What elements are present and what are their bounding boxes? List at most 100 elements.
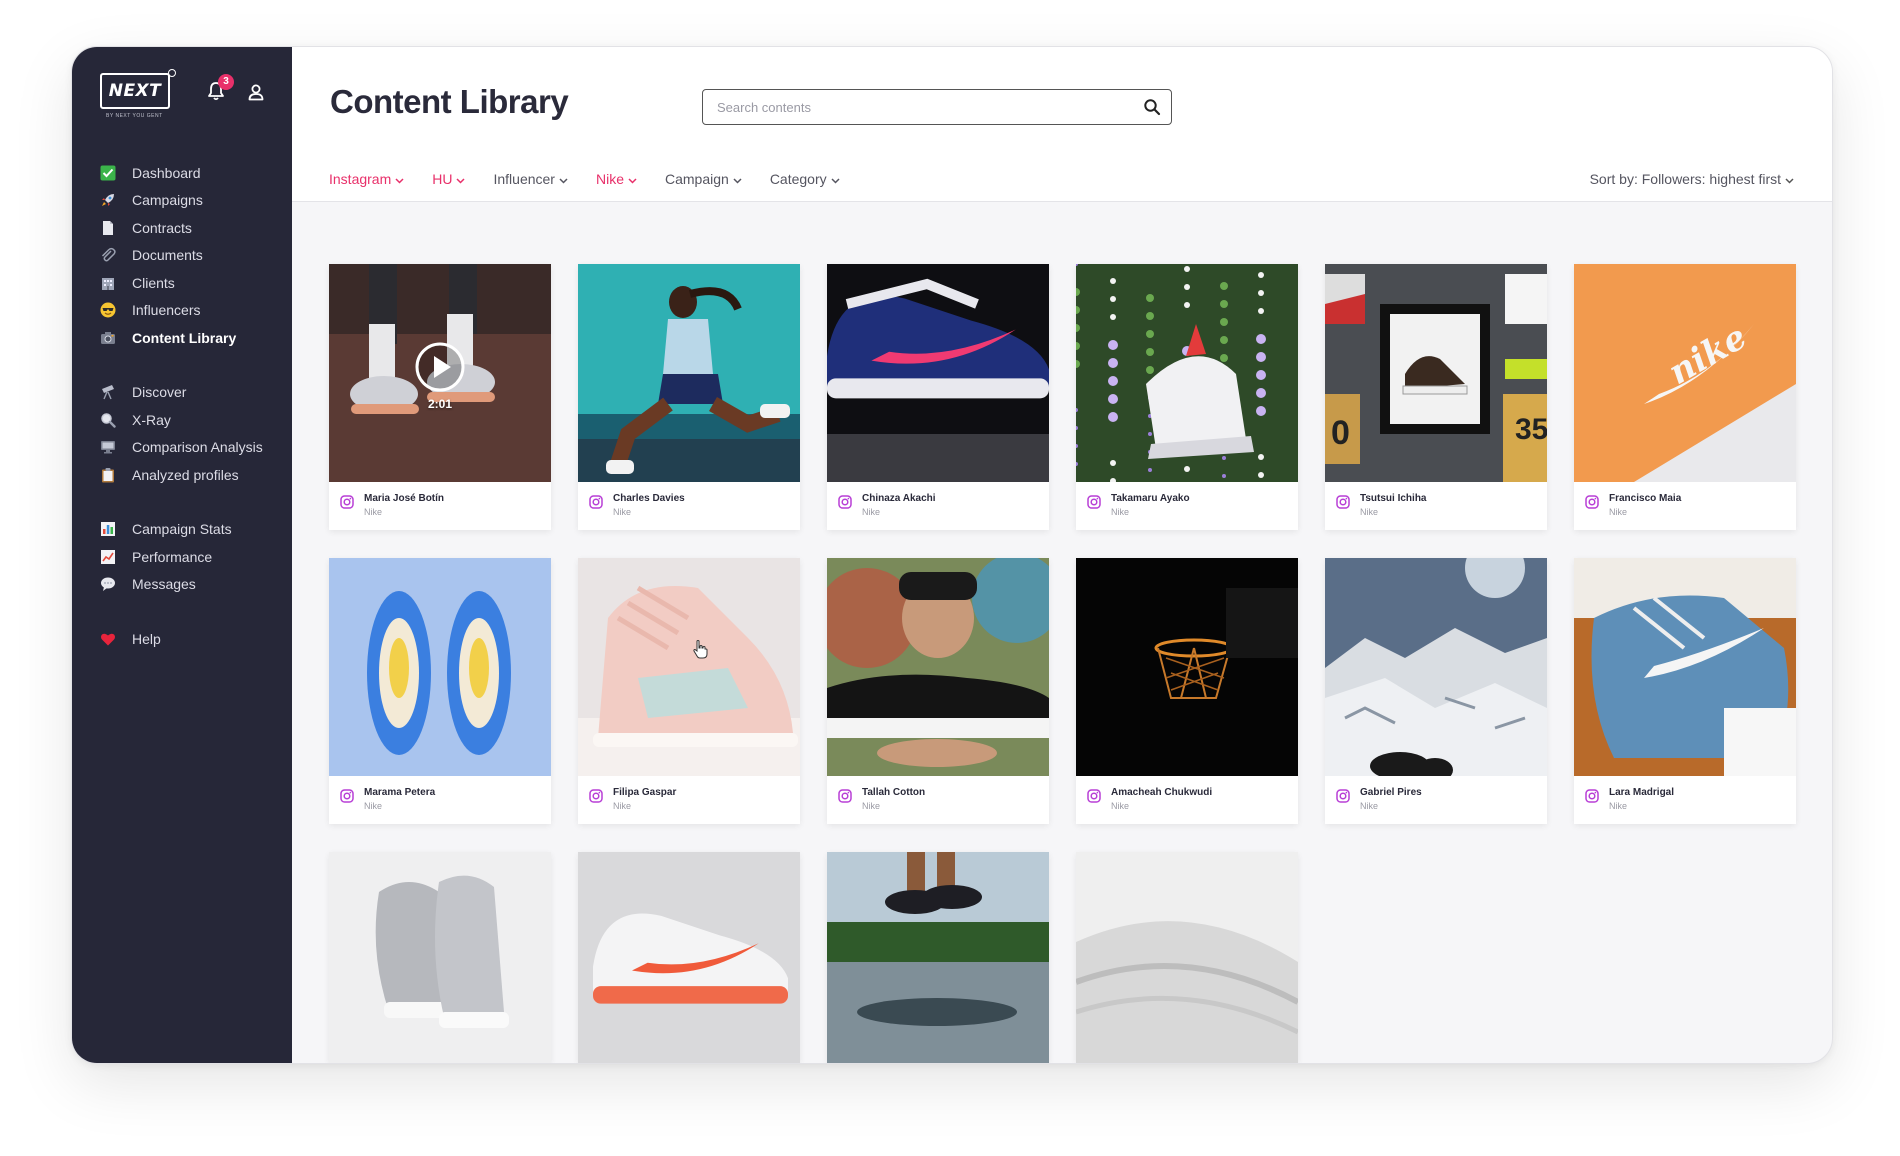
sidebar-nav: Dashboard Campaigns Contracts Documents Clie… xyxy=(100,159,280,680)
card-thumbnail[interactable] xyxy=(1076,852,1298,1063)
content-card[interactable]: 0 35 Tsutsui Ichiha Nike xyxy=(1325,264,1547,530)
page-title: Content Library xyxy=(330,83,569,120)
card-thumbnail[interactable] xyxy=(329,852,551,1063)
camera-icon xyxy=(100,330,116,346)
sidebar-item-campaigns[interactable]: Campaigns xyxy=(100,187,280,215)
search-input[interactable] xyxy=(715,90,1119,125)
sidebar-item-content-library[interactable]: Content Library xyxy=(100,324,280,352)
sidebar-item-campaign-stats[interactable]: Campaign Stats xyxy=(100,516,280,544)
filter-nike[interactable]: Nike xyxy=(596,171,637,187)
next-logo[interactable]: NEXT xyxy=(100,73,170,109)
content-card[interactable]: Tallah Cotton Nike xyxy=(827,558,1049,824)
instagram-icon xyxy=(1087,495,1101,514)
search-icon[interactable] xyxy=(1143,98,1161,121)
content-card[interactable]: Filipa Gaspar Nike xyxy=(578,558,800,824)
content-card[interactable] xyxy=(827,852,1049,1063)
influencer-name[interactable]: Gabriel Pires xyxy=(1360,787,1422,798)
influencer-name[interactable]: Filipa Gaspar xyxy=(613,787,676,798)
content-card[interactable]: nike Francisco Maia Nike xyxy=(1574,264,1796,530)
content-card[interactable]: Amacheah Chukwudi Nike xyxy=(1076,558,1298,824)
sidebar-item-messages[interactable]: Messages xyxy=(100,571,280,599)
sort-dropdown[interactable]: Sort by: Followers: highest first xyxy=(1590,171,1794,187)
content-card[interactable] xyxy=(1076,852,1298,1063)
sunglasses-face-icon xyxy=(100,302,116,318)
card-thumbnail[interactable]: 0 35 xyxy=(1325,264,1547,482)
card-image xyxy=(827,852,1049,1063)
sidebar-item-label: Help xyxy=(132,630,161,647)
sidebar-item-dashboard[interactable]: Dashboard xyxy=(100,159,280,187)
content-card[interactable]: Charles Davies Nike xyxy=(578,264,800,530)
filter-category[interactable]: Category xyxy=(770,171,840,187)
sidebar-item-contracts[interactable]: Contracts xyxy=(100,214,280,242)
brand-name: Nike xyxy=(1111,801,1130,811)
card-info: Charles Davies Nike xyxy=(578,482,800,530)
card-info: Tallah Cotton Nike xyxy=(827,776,1049,824)
sidebar-item-discover[interactable]: Discover xyxy=(100,379,280,407)
sidebar-item-influencers[interactable]: Influencers xyxy=(100,297,280,325)
card-thumbnail[interactable] xyxy=(1574,558,1796,776)
sidebar-item-clients[interactable]: Clients xyxy=(100,269,280,297)
filter-campaign[interactable]: Campaign xyxy=(665,171,742,187)
play-icon[interactable] xyxy=(415,342,465,392)
content-card[interactable] xyxy=(578,852,800,1063)
card-thumbnail[interactable] xyxy=(1076,264,1298,482)
influencer-name[interactable]: Tallah Cotton xyxy=(862,787,925,798)
influencer-name[interactable]: Francisco Maia xyxy=(1609,493,1681,504)
card-thumbnail[interactable] xyxy=(578,264,800,482)
app-window: NEXT BY NEXT YOU GENT 3 Dashboard Campaig… xyxy=(71,46,1833,1064)
card-thumbnail[interactable]: nike xyxy=(1574,264,1796,482)
filter-label: Instagram xyxy=(329,171,392,187)
card-thumbnail[interactable] xyxy=(827,852,1049,1063)
filter-influencer[interactable]: Influencer xyxy=(493,171,568,187)
content-card[interactable]: 2:01 Maria José Botín Nike xyxy=(329,264,551,530)
card-thumbnail[interactable] xyxy=(1325,558,1547,776)
card-info: Filipa Gaspar Nike xyxy=(578,776,800,824)
influencer-name[interactable]: Amacheah Chukwudi xyxy=(1111,787,1212,798)
nav-group: Help xyxy=(100,625,280,653)
content-card[interactable]: Lara Madrigal Nike xyxy=(1574,558,1796,824)
sidebar-item-documents[interactable]: Documents xyxy=(100,242,280,270)
sidebar-item-analyzed-profiles[interactable]: Analyzed profiles xyxy=(100,461,280,489)
brand-name: Nike xyxy=(1111,507,1130,517)
sidebar-item-comparison-analysis[interactable]: Comparison Analysis xyxy=(100,434,280,462)
content-card[interactable]: Chinaza Akachi Nike xyxy=(827,264,1049,530)
card-thumbnail[interactable]: 2:01 xyxy=(329,264,551,482)
content-card[interactable]: Gabriel Pires Nike xyxy=(1325,558,1547,824)
filter-label: Campaign xyxy=(664,171,729,187)
influencer-name[interactable]: Lara Madrigal xyxy=(1609,787,1674,798)
filter-hu[interactable]: HU xyxy=(432,171,466,187)
line-chart-icon xyxy=(100,549,116,565)
content-card[interactable] xyxy=(329,852,551,1063)
content-card[interactable]: Marama Petera Nike xyxy=(329,558,551,824)
card-image xyxy=(578,852,800,1063)
chevron-down-icon xyxy=(559,171,568,187)
card-thumbnail[interactable] xyxy=(827,558,1049,776)
card-info: Lara Madrigal Nike xyxy=(1574,776,1796,824)
brand-name: Nike xyxy=(613,801,632,811)
sidebar-item-x-ray[interactable]: X-Ray xyxy=(100,406,280,434)
card-thumbnail[interactable] xyxy=(827,264,1049,482)
nav-group: Dashboard Campaigns Contracts Documents Clie… xyxy=(100,159,280,352)
sidebar-item-help[interactable]: Help xyxy=(100,625,280,653)
influencer-name[interactable]: Charles Davies xyxy=(613,493,685,504)
card-info: Maria José Botín Nike xyxy=(329,482,551,530)
filter-instagram[interactable]: Instagram xyxy=(329,171,404,187)
filter-label: Nike xyxy=(595,171,624,187)
card-thumbnail[interactable] xyxy=(1076,558,1298,776)
instagram-icon xyxy=(1336,789,1350,808)
influencer-name[interactable]: Maria José Botín xyxy=(364,493,444,504)
sidebar-item-performance[interactable]: Performance xyxy=(100,543,280,571)
influencer-name[interactable]: Takamaru Ayako xyxy=(1111,493,1190,504)
card-thumbnail[interactable] xyxy=(578,852,800,1063)
card-image xyxy=(1076,852,1298,1063)
card-thumbnail[interactable] xyxy=(329,558,551,776)
chevron-down-icon xyxy=(395,171,404,187)
sidebar-item-label: Clients xyxy=(132,274,175,291)
influencer-name[interactable]: Marama Petera xyxy=(364,787,435,798)
influencer-name[interactable]: Chinaza Akachi xyxy=(862,493,936,504)
card-thumbnail[interactable] xyxy=(578,558,800,776)
brand-name: Nike xyxy=(1360,801,1379,811)
user-profile-icon[interactable] xyxy=(247,83,265,106)
influencer-name[interactable]: Tsutsui Ichiha xyxy=(1360,493,1427,504)
content-card[interactable]: Takamaru Ayako Nike xyxy=(1076,264,1298,530)
